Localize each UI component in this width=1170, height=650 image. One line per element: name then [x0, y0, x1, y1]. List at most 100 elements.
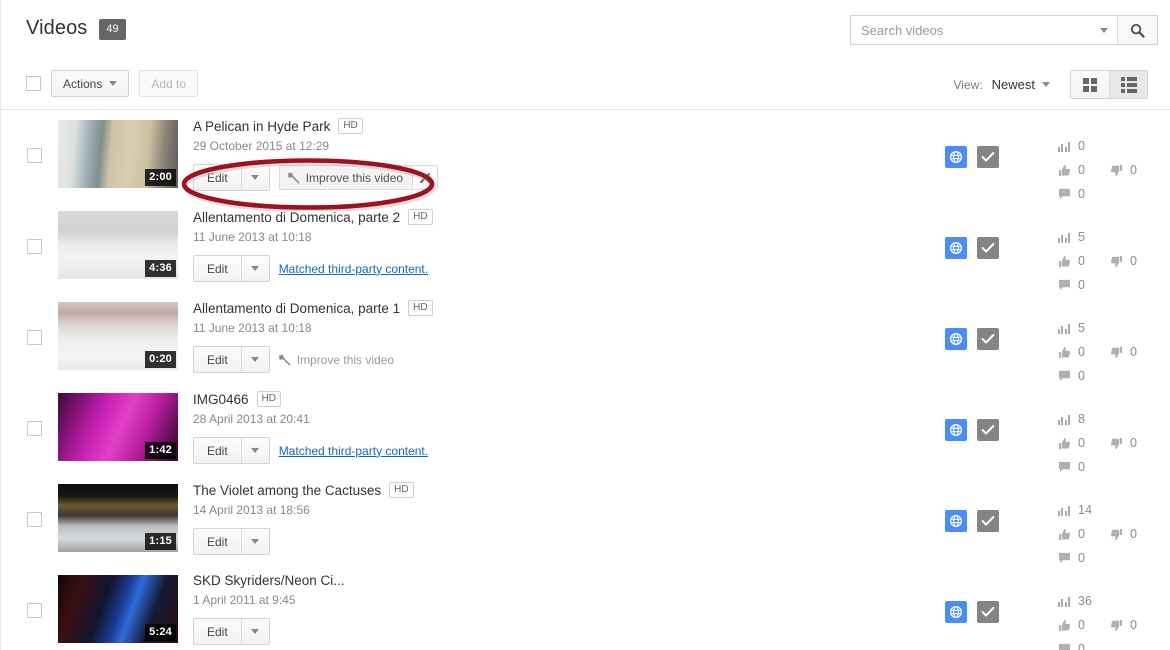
- video-title[interactable]: A Pelican in Hyde Park: [193, 119, 330, 134]
- video-status-icons: [945, 328, 999, 350]
- improve-this-video-button[interactable]: Improve this video: [278, 165, 439, 190]
- edit-button[interactable]: Edit: [194, 165, 241, 190]
- grid-view-button[interactable]: [1071, 71, 1109, 98]
- privacy-public-button[interactable]: [945, 328, 967, 350]
- privacy-public-button[interactable]: [945, 237, 967, 259]
- actions-dropdown-button[interactable]: Actions: [51, 70, 130, 97]
- edit-dropdown-button[interactable]: [240, 619, 269, 644]
- comments-count: 0: [1078, 187, 1085, 201]
- views-bar-chart-icon: [1057, 232, 1071, 243]
- chevron-down-icon: [251, 629, 260, 634]
- thumbs-up-icon: [1058, 437, 1070, 449]
- privacy-public-button[interactable]: [945, 419, 967, 441]
- row-select-checkbox[interactable]: [27, 148, 42, 163]
- globe-public-icon: [949, 605, 963, 619]
- row-select-checkbox[interactable]: [27, 512, 42, 527]
- search-filter-dropdown[interactable]: [1091, 16, 1117, 44]
- views-row: 8: [1057, 407, 1161, 431]
- comments-count: 0: [1078, 278, 1085, 292]
- video-date: 11 June 2013 at 10:18: [193, 321, 312, 335]
- globe-public-icon: [949, 332, 963, 346]
- edit-button[interactable]: Edit: [194, 529, 241, 554]
- add-to-button[interactable]: Add to: [139, 70, 199, 97]
- row-select-checkbox[interactable]: [27, 421, 42, 436]
- row-select-checkbox[interactable]: [27, 330, 42, 345]
- thumbs-up-icon: [1058, 255, 1070, 267]
- sort-order-dropdown[interactable]: Newest: [992, 77, 1052, 92]
- privacy-public-button[interactable]: [945, 146, 967, 168]
- dislikes-stat: 0: [1109, 254, 1161, 268]
- ratings-row: 00: [1057, 431, 1161, 455]
- video-row: 4:36 Allentamento di Domenica, parte 2 HD 1…: [1, 201, 1170, 292]
- dislikes-stat: 0: [1109, 436, 1161, 450]
- edit-button[interactable]: Edit: [194, 347, 241, 372]
- video-thumbnail[interactable]: 5:24: [58, 575, 178, 643]
- comment-icon: [1058, 370, 1070, 382]
- edit-dropdown-button[interactable]: [240, 347, 269, 372]
- monetization-status-button[interactable]: [977, 146, 999, 168]
- video-status-icons: [945, 419, 999, 441]
- video-meta: Allentamento di Domenica, parte 1 HD 11 Ju…: [193, 300, 713, 373]
- video-meta: IMG0466 HD 28 April 2013 at 20:41 Edit Match…: [193, 391, 713, 464]
- likes-count: 0: [1078, 618, 1085, 632]
- monetization-status-button[interactable]: [977, 510, 999, 532]
- video-thumbnail[interactable]: 0:20: [58, 302, 178, 370]
- thumbs-down-icon: [1110, 255, 1122, 267]
- monetization-status-button[interactable]: [977, 237, 999, 259]
- matched-third-party-content-link[interactable]: Matched third-party content.: [279, 444, 428, 458]
- edit-dropdown-button[interactable]: [240, 256, 269, 281]
- video-stats: 5000: [1057, 225, 1161, 297]
- views-row: 36: [1057, 589, 1161, 613]
- video-thumbnail[interactable]: 4:36: [58, 211, 178, 279]
- edit-dropdown-button[interactable]: [240, 165, 269, 190]
- dislikes-count: 0: [1130, 527, 1137, 541]
- chevron-down-icon: [109, 81, 118, 86]
- video-title[interactable]: The Violet among the Cactuses: [193, 483, 381, 498]
- chevron-down-icon: [251, 266, 260, 271]
- comments-stat: 0: [1057, 187, 1109, 201]
- video-title[interactable]: Allentamento di Domenica, parte 2: [193, 210, 400, 225]
- edit-button[interactable]: Edit: [194, 438, 241, 463]
- dismiss-improve-button[interactable]: [412, 166, 438, 189]
- chevron-down-icon: [1042, 82, 1050, 87]
- monetization-status-button[interactable]: [977, 419, 999, 441]
- video-title[interactable]: Allentamento di Domenica, parte 1: [193, 301, 400, 316]
- video-title[interactable]: SKD Skyriders/Neon Ci...: [193, 573, 345, 588]
- row-select-checkbox[interactable]: [27, 603, 42, 618]
- video-actions: Edit: [193, 528, 713, 555]
- video-title-line: IMG0466 HD: [193, 391, 713, 407]
- views-bar-chart-icon: [1057, 414, 1071, 425]
- video-title[interactable]: IMG0466: [193, 392, 249, 407]
- video-date: 1 April 2011 at 9:45: [193, 593, 296, 607]
- monetization-status-button[interactable]: [977, 328, 999, 350]
- edit-dropdown-button[interactable]: [240, 438, 269, 463]
- comment-icon: [1058, 643, 1070, 650]
- video-thumbnail[interactable]: 1:42: [58, 393, 178, 461]
- edit-split-button: Edit: [193, 528, 270, 555]
- video-date: 14 April 2013 at 18:56: [193, 503, 310, 517]
- search-input[interactable]: [851, 16, 1091, 44]
- views-row: 14: [1057, 498, 1161, 522]
- video-actions: Edit Matched third-party content.: [193, 255, 713, 282]
- matched-third-party-content-link[interactable]: Matched third-party content.: [279, 262, 428, 276]
- ratings-row: 00: [1057, 158, 1161, 182]
- edit-dropdown-button[interactable]: [240, 529, 269, 554]
- video-thumbnail[interactable]: 1:15: [58, 484, 178, 552]
- edit-button[interactable]: Edit: [194, 256, 241, 281]
- monetization-status-button[interactable]: [977, 601, 999, 623]
- list-view-button[interactable]: [1109, 71, 1147, 98]
- privacy-public-button[interactable]: [945, 601, 967, 623]
- video-stats: 36 0 0 0: [1057, 589, 1161, 650]
- privacy-public-button[interactable]: [945, 510, 967, 532]
- select-all-checkbox[interactable]: [26, 76, 41, 91]
- views-row: 0: [1057, 134, 1161, 158]
- search-button[interactable]: [1117, 16, 1157, 44]
- edit-button[interactable]: Edit: [194, 619, 241, 644]
- likes-count: 0: [1078, 436, 1085, 450]
- video-thumbnail[interactable]: 2:00: [58, 120, 178, 188]
- views-bar-chart-icon: [1057, 596, 1071, 607]
- video-stats: 5000: [1057, 316, 1161, 388]
- improve-this-video-label-group[interactable]: Improve this video: [280, 166, 412, 189]
- improve-this-video-text[interactable]: Improve this video: [278, 353, 394, 367]
- row-select-checkbox[interactable]: [27, 239, 42, 254]
